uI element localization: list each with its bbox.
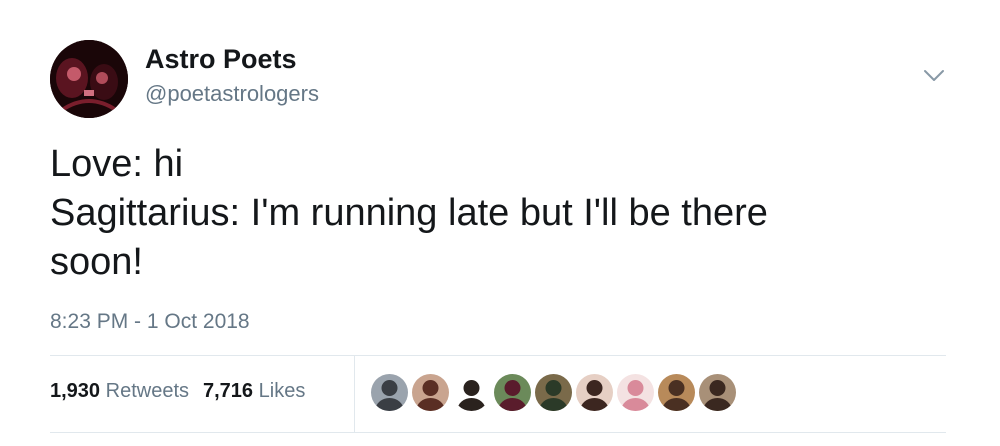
retweets-stat[interactable]: 1,930 Retweets — [50, 380, 189, 403]
liker-avatar[interactable] — [535, 374, 572, 411]
liker-avatar[interactable] — [576, 374, 613, 411]
user-avatar-icon — [494, 374, 531, 411]
user-avatar-icon — [576, 374, 613, 411]
liker-avatar[interactable] — [494, 374, 531, 411]
author-display-name[interactable]: Astro Poets — [145, 44, 297, 75]
divider — [50, 432, 946, 433]
chevron-down-icon — [924, 70, 944, 81]
liker-avatar[interactable] — [617, 374, 654, 411]
tweet-stats: 1,930 Retweets 7,716 Likes — [50, 380, 305, 403]
user-avatar-icon — [535, 374, 572, 411]
user-avatar-icon — [658, 374, 695, 411]
user-avatar-icon — [412, 374, 449, 411]
likes-stat[interactable]: 7,716 Likes — [203, 380, 305, 403]
tweet-timestamp[interactable]: 8:23 PM - 1 Oct 2018 — [50, 310, 250, 334]
liker-avatar[interactable] — [699, 374, 736, 411]
tweet-text-line: Sagittarius: I'm running late but I'll b… — [50, 192, 768, 234]
tweet-text-line: soon! — [50, 241, 143, 283]
likes-label: Likes — [258, 380, 306, 402]
user-avatar-icon — [699, 374, 736, 411]
tweet-text-line: Love: hi — [50, 143, 184, 185]
profile-photo-avatar — [50, 40, 128, 118]
likes-count: 7,716 — [203, 380, 254, 402]
retweets-label: Retweets — [105, 380, 189, 402]
author-handle[interactable]: @poetastrologers — [145, 81, 319, 107]
liker-avatars — [371, 374, 736, 411]
user-avatar-icon — [617, 374, 654, 411]
user-avatar-icon — [453, 374, 490, 411]
divider — [50, 355, 946, 356]
stats-separator — [354, 356, 355, 432]
tweet-text: Love: hi Sagittarius: I'm running late b… — [50, 140, 930, 287]
liker-avatar[interactable] — [658, 374, 695, 411]
tweet-menu-button[interactable] — [918, 62, 950, 90]
liker-avatar[interactable] — [371, 374, 408, 411]
retweets-count: 1,930 — [50, 380, 101, 402]
liker-avatar[interactable] — [453, 374, 490, 411]
liker-avatar[interactable] — [412, 374, 449, 411]
author-avatar[interactable] — [50, 40, 128, 118]
user-avatar-icon — [371, 374, 408, 411]
